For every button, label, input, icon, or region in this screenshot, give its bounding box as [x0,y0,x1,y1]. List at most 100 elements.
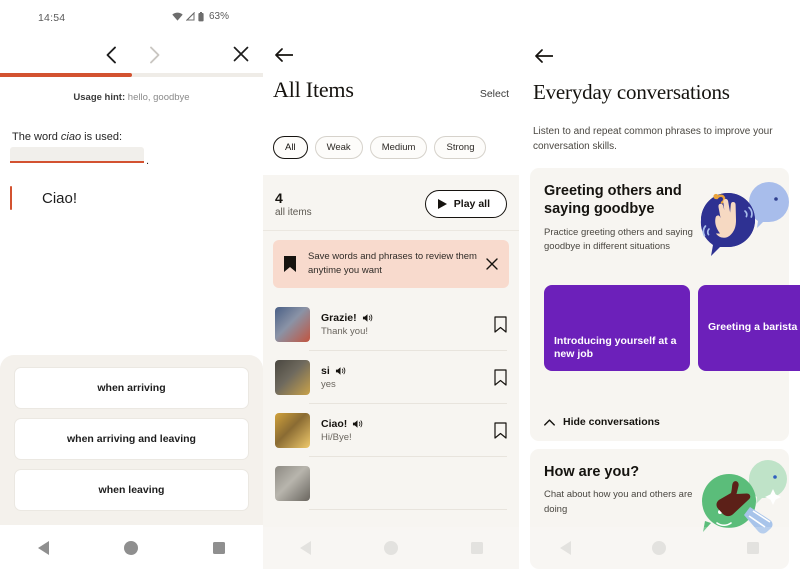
play-all-button[interactable]: Play all [424,190,507,218]
nav-back-icon[interactable] [559,541,571,555]
item-text: Ciao! Hi/Bye! [321,418,494,443]
chevron-right-icon [149,46,159,64]
conversation-tile-1[interactable]: Greeting a barista [698,285,800,371]
item-title-row: si [321,365,494,377]
item-text: si yes [321,365,494,390]
item-subtitle: yes [321,379,336,390]
save-words-banner: Save words and phrases to review them an… [273,240,509,288]
speaker-icon[interactable] [352,419,363,429]
usage-hint-label: Usage hint: [73,92,126,103]
bookmark-outline-icon[interactable] [494,422,507,439]
item-subtitle: Thank you! [321,326,368,337]
item-text [321,483,507,485]
nav-back-icon[interactable] [37,541,49,555]
close-icon [486,258,498,270]
list-item[interactable] [263,457,519,510]
play-icon [437,199,447,209]
chevron-up-icon [544,418,555,426]
item-thumbnail [275,307,310,342]
conversation-card-inner: Greeting others and saying goodbye Pract… [530,168,789,256]
conversation-tile-0[interactable]: Introducing yourself at a new job [544,285,690,371]
nav-home-icon[interactable] [123,541,138,555]
filter-chip-weak[interactable]: Weak [314,136,363,159]
nav-recents-icon[interactable] [747,542,760,554]
item-thumbnail [275,360,310,395]
arrow-left-icon [535,49,553,63]
wifi-icon [172,12,183,21]
nav-back-icon[interactable] [299,541,311,555]
nav-home-icon[interactable] [651,541,666,555]
conversation-tile-label: Introducing yourself at a new job [554,334,677,361]
item-title: Ciao! [321,418,348,430]
usage-hint: Usage hint: hello, goodbye [0,92,263,103]
item-title: Grazie! [321,312,357,324]
android-nav-bar-left [0,527,263,569]
items-count: 4 all items [275,190,312,217]
answer-options-panel: when arriving when arriving and leaving … [0,355,263,525]
close-icon [233,46,249,62]
back-button-all-items[interactable] [273,44,295,66]
strength-filter-chips: All Weak Medium Strong [273,136,519,159]
nav-recents-icon[interactable] [470,542,483,554]
next-button[interactable] [143,44,165,66]
conversation-card-paragraph: Practice greeting others and saying good… [544,226,693,253]
hide-conversations-toggle[interactable]: Hide conversations [544,416,660,428]
arrow-left-icon [275,48,293,62]
answer-option-0[interactable]: when arriving [14,367,249,409]
question-suffix: is used: [81,131,123,143]
page-title: All Items [273,77,354,102]
item-title: si [321,365,330,377]
answer-option-1[interactable]: when arriving and leaving [14,418,249,460]
item-subtitle: Hi/Bye! [321,432,352,443]
conversation-card-text: How are you? Chat about how you and othe… [544,463,696,517]
conversation-tiles: Introducing yourself at a new job Greeti… [544,285,800,371]
question-target-word: ciao [60,131,82,143]
filter-chip-medium[interactable]: Medium [369,136,428,159]
save-words-banner-text: Save words and phrases to review them an… [308,251,477,276]
conversation-tile-label: Greeting a barista [708,321,798,334]
select-button[interactable]: Select [480,88,509,100]
page-subtitle: Listen to and repeat common phrases to i… [533,126,773,152]
battery-percent: 63% [208,11,229,22]
list-item[interactable]: si yes [263,351,519,404]
usage-hint-value: hello, goodbye [125,92,190,103]
item-thumbnail [275,413,310,448]
answer-blank-field[interactable] [10,147,144,162]
previous-button[interactable] [100,44,122,66]
speaker-icon[interactable] [362,313,373,323]
question-prompt: The word ciao is used: [12,131,122,143]
conversation-card-heading: How are you? [544,464,640,480]
filter-chip-all[interactable]: All [273,136,308,159]
items-count-number: 4 [275,190,283,207]
conversation-card-inner: How are you? Chat about how you and othe… [530,449,789,534]
status-bar: 14:54 63% [0,0,263,30]
dismiss-banner-button[interactable] [485,257,499,271]
android-nav-bar-right [519,527,800,569]
back-button-conversations[interactable] [533,45,555,67]
screenshot-root: 14:54 63% Usage hint: hello, goodbye The… [0,0,800,569]
play-all-label: Play all [453,198,490,210]
close-button[interactable] [231,44,251,64]
lesson-progress-fill [0,73,132,77]
conversation-card-text: Greeting others and saying goodbye Pract… [544,182,696,254]
panel-lesson-quiz: 14:54 63% Usage hint: hello, goodbye The… [0,0,263,569]
speaker-icon[interactable] [335,366,346,376]
question-prefix: The word [12,131,61,143]
answer-option-2[interactable]: when leaving [14,469,249,511]
answer-word: Ciao! [42,189,78,207]
bookmark-outline-icon[interactable] [494,316,507,333]
hide-conversations-label: Hide conversations [563,416,660,428]
all-items-body: 4 all items Play all Save words and phra… [263,175,519,569]
filter-chip-strong[interactable]: Strong [434,136,487,159]
list-item[interactable]: Grazie! Thank you! [263,298,519,351]
waving-hand-illustration [687,172,791,264]
page-title: Everyday conversations [533,80,730,104]
bookmark-filled-icon [283,255,297,273]
list-item[interactable]: Ciao! Hi/Bye! [263,404,519,457]
chevron-left-icon [106,46,116,64]
nav-home-icon[interactable] [383,541,398,555]
answer-display-row: Ciao! [10,186,260,210]
panel-all-items: All Items Select All Weak Medium Strong … [263,0,519,569]
nav-recents-icon[interactable] [213,542,226,554]
bookmark-outline-icon[interactable] [494,369,507,386]
